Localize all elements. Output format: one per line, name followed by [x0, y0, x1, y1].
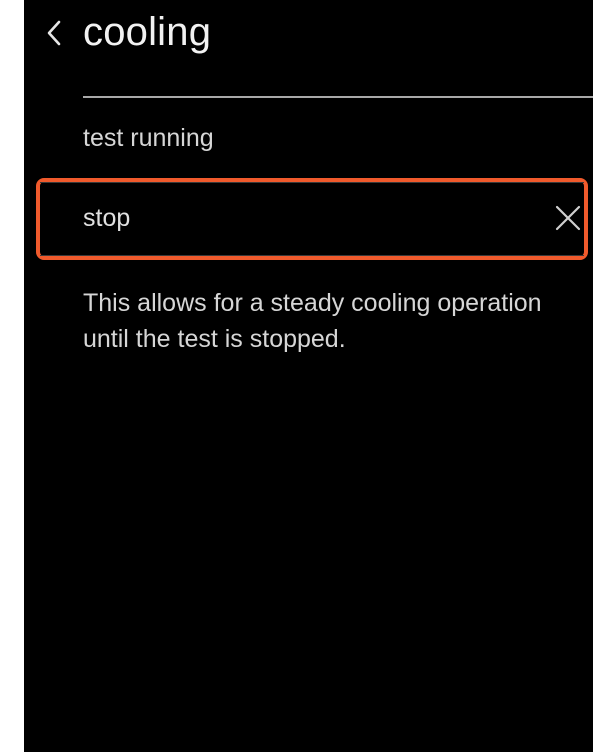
screen: cooling test running stop This allows fo… [24, 0, 593, 752]
divider [83, 96, 593, 98]
chevron-left-icon [47, 20, 61, 46]
description-text: This allows for a steady cooling operati… [83, 289, 542, 353]
stop-row[interactable]: stop [36, 178, 588, 260]
status-text: test running [83, 124, 214, 152]
stop-label: stop [83, 204, 131, 232]
header: cooling [24, 0, 593, 70]
page-title: cooling [83, 10, 212, 54]
back-button[interactable] [40, 16, 70, 50]
close-icon[interactable] [552, 202, 584, 234]
